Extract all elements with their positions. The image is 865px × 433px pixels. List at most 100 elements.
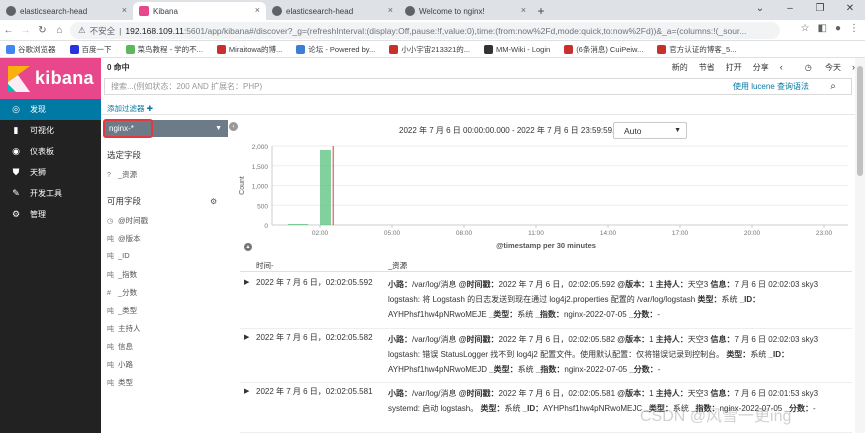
field-name: _分数	[118, 288, 138, 297]
save-link[interactable]: 节省	[699, 62, 715, 73]
source-value: /var/log/消息	[412, 280, 457, 289]
field-name: 小路	[118, 360, 133, 369]
source-key: 主持人：	[655, 280, 688, 289]
field-item[interactable]: 吨 _ID	[107, 251, 130, 261]
table-row[interactable]: ▶ 2022 年 7 月 6 日，02:02:05.592 小路：/var/log/…	[240, 274, 852, 329]
home-icon[interactable]: ⌂	[51, 25, 68, 36]
url-input[interactable]: ⚠ 不安全 | 192.168.109.11 :5601/app/kibana#…	[70, 22, 780, 39]
lucene-syntax-link[interactable]: 使用 lucene 查询语法	[733, 81, 809, 92]
add-filter-link[interactable]: 添加过滤器 ✚	[107, 103, 153, 114]
extensions-icon[interactable]: ◧	[818, 23, 827, 34]
forward-icon[interactable]: →	[17, 25, 34, 36]
sidebar-item-3[interactable]: ⛊ 天狮	[0, 162, 101, 183]
interval-select[interactable]: Auto ▼	[613, 122, 687, 139]
sidebar-item-0[interactable]: ◎ 发现	[0, 99, 101, 120]
reload-icon[interactable]: ↻	[34, 25, 51, 36]
close-icon[interactable]: ×	[521, 5, 526, 15]
chevron-down-icon[interactable]: ⌄	[745, 0, 775, 20]
browser-tab-active[interactable]: Kibana ×	[133, 2, 266, 20]
time-column-header[interactable]: 时间-	[256, 260, 274, 271]
sidebar-item-1[interactable]: ▮ 可视化	[0, 120, 101, 141]
profile-icon[interactable]: ●	[835, 23, 841, 34]
expand-row-icon[interactable]: ▶	[244, 333, 249, 341]
restore-icon[interactable]: ❐	[805, 0, 835, 20]
close-icon[interactable]: ×	[388, 5, 393, 15]
sidebar-item-5[interactable]: ⚙ 管理	[0, 204, 101, 225]
search-bar[interactable]: 搜索...(例如状态：200 AND 扩展名：PHP) 使用 lucene 查询…	[104, 78, 852, 95]
open-link[interactable]: 打开	[726, 62, 742, 73]
bookmark-item[interactable]: 百度一下	[69, 44, 112, 55]
field-item[interactable]: 吨主持人	[107, 323, 141, 334]
bookmark-item[interactable]: 论坛 - Powered by...	[296, 44, 375, 55]
source-value: 2022 年 7 月 6 日，02:02:05.592	[498, 280, 616, 289]
bookmark-item[interactable]: 小小宇宙213321的...	[389, 44, 470, 55]
row-source: 小路：/var/log/消息 @时间戳：2022 年 7 月 6 日，02:02…	[388, 277, 852, 322]
browser-tab[interactable]: Welcome to nginx! ×	[399, 2, 532, 20]
browser-tab[interactable]: elasticsearch-head ×	[266, 2, 399, 20]
histogram-chart: 0 500 1,000 1,500 2,000 02:00 05:00 08:00 11:00 1…	[239, 144, 848, 250]
expand-row-icon[interactable]: ▶	[244, 387, 249, 395]
chevron-left-icon[interactable]: ‹	[780, 62, 783, 72]
shield-icon: ⛊	[12, 167, 20, 177]
sidebar-item-label: 可视化	[30, 126, 54, 135]
back-icon[interactable]: ←	[0, 25, 17, 36]
gear-icon[interactable]: ⚙	[210, 197, 217, 206]
field-name: _指数	[118, 270, 138, 279]
sidebar-item-2[interactable]: ◉ 仪表板	[0, 141, 101, 162]
sidebar-item-4[interactable]: ✎ 开发工具	[0, 183, 101, 204]
field-item[interactable]: # _分数	[107, 287, 137, 298]
table-row[interactable]: ▶ 2022 年 7 月 6 日，02:02:05.582 小路：/var/log/…	[240, 329, 852, 383]
field-item[interactable]: 吨信息	[107, 341, 133, 352]
field-type-icon: 吨	[107, 344, 114, 351]
bookmark-item[interactable]: Miraitowa的博...	[216, 44, 282, 55]
field-item[interactable]: 吨 @版本	[107, 233, 141, 244]
field-item[interactable]: 吨类型	[107, 377, 133, 388]
field-item[interactable]: 吨 _指数	[107, 269, 137, 280]
browser-tab[interactable]: elasticsearch-head ×	[0, 2, 133, 20]
histogram-bar[interactable]	[320, 149, 331, 225]
bookmark-item[interactable]: 菜鸟教程 - 学的不...	[125, 44, 203, 55]
source-value: 1	[649, 280, 654, 289]
close-icon[interactable]: ×	[255, 5, 260, 15]
row-timestamp: 2022 年 7 月 6 日，02:02:05.582	[256, 333, 373, 342]
field-type-icon: 吨	[107, 236, 114, 243]
search-input[interactable]: 搜索...(例如状态：200 AND 扩展名：PHP)	[111, 81, 262, 92]
bookmark-label: (6条消息) CuiPeiw...	[576, 44, 644, 54]
field-item[interactable]: ◷ @时间戳	[107, 215, 148, 226]
legend-toggle-icon[interactable]: ▲	[244, 243, 252, 251]
bookmark-item[interactable]: 官方认证的博客_5...	[657, 44, 736, 55]
source-key: _类型：	[489, 365, 518, 374]
field-item[interactable]: ? _资源	[107, 169, 137, 180]
selected-fields-title: 选定字段	[107, 150, 142, 160]
kibana-logo[interactable]: kibana	[0, 58, 101, 99]
field-type-icon: #	[107, 290, 111, 297]
minimize-icon[interactable]: –	[775, 0, 805, 20]
collapse-sidebar-icon[interactable]: ‹	[229, 122, 238, 131]
source-key: _类型：	[488, 310, 518, 319]
scrollbar-thumb[interactable]	[857, 66, 863, 176]
x-tick-label: 11:00	[528, 230, 544, 237]
time-picker[interactable]: ◷ 今天	[794, 62, 841, 73]
menu-icon[interactable]: ⋮	[849, 23, 859, 34]
source-value: -	[657, 365, 661, 374]
search-icon[interactable]: ⌕	[815, 79, 851, 94]
field-name: _类型	[118, 306, 138, 315]
new-link[interactable]: 新的	[672, 62, 688, 73]
bookmark-item[interactable]: (6条消息) CuiPeiw...	[564, 44, 643, 55]
tab-favicon-icon	[405, 6, 415, 16]
bookmark-item[interactable]: MM-Wiki - Login	[484, 44, 550, 54]
bookmark-star-icon[interactable]: ☆	[801, 23, 810, 34]
close-window-icon[interactable]: ✕	[835, 0, 865, 20]
field-name: @版本	[118, 234, 141, 243]
bookmark-item[interactable]: 谷歌浏览器	[6, 44, 56, 55]
new-tab-button[interactable]: +	[532, 2, 550, 20]
share-link[interactable]: 分享	[753, 62, 769, 73]
expand-row-icon[interactable]: ▶	[244, 278, 249, 286]
histogram-bar[interactable]	[288, 224, 308, 225]
y-tick-label: 1,500	[252, 164, 269, 171]
close-icon[interactable]: ×	[122, 5, 127, 15]
scrollbar[interactable]	[855, 58, 865, 433]
field-item[interactable]: 吨小路	[107, 359, 133, 370]
field-item[interactable]: 吨 _类型	[107, 305, 137, 316]
field-name: 类型	[118, 378, 133, 387]
